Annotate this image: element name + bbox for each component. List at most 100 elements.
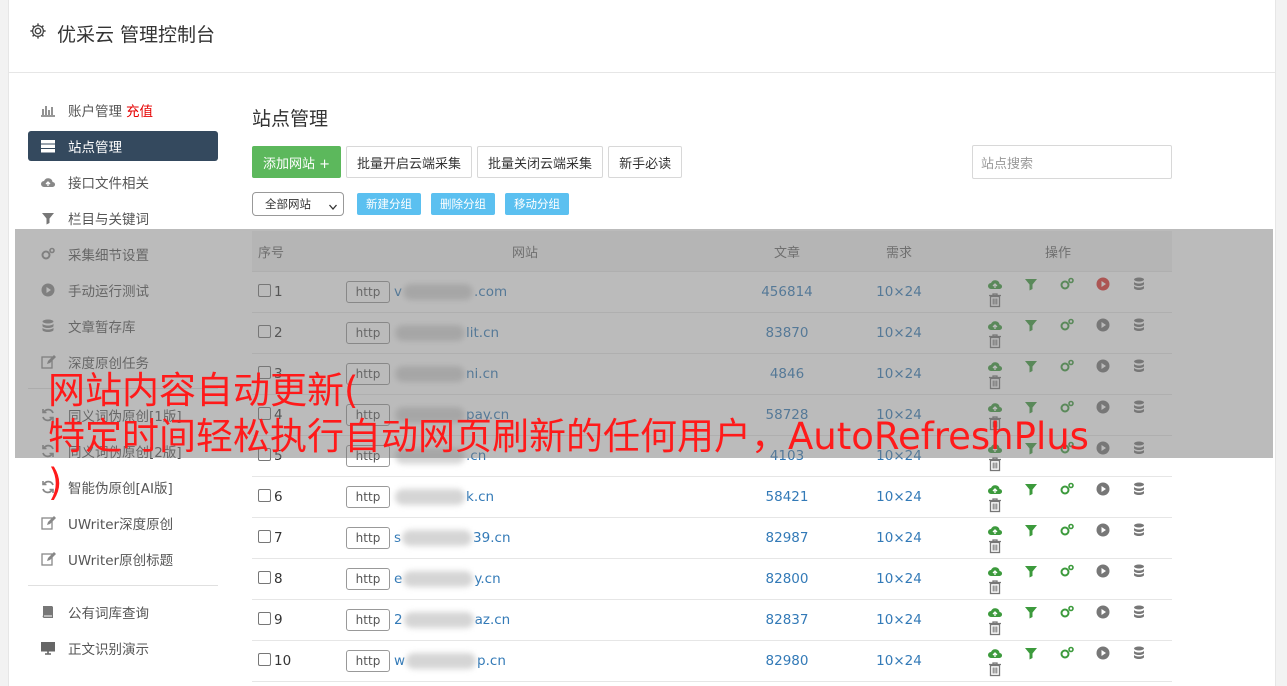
batch-open-cloud-button[interactable]: 批量开启云端采集 — [346, 146, 473, 178]
sidebar-item[interactable]: 接口文件相关 — [28, 164, 218, 200]
site-domain-suffix[interactable]: az.cn — [475, 612, 511, 628]
overlay-line-3: ) — [48, 461, 63, 504]
protocol-badge[interactable]: http — [346, 527, 390, 549]
redacted-blur — [403, 612, 474, 628]
play-circle-icon[interactable] — [1095, 645, 1111, 661]
group-select[interactable]: 全部网站 — [252, 192, 344, 216]
row-number: 7 — [274, 530, 283, 546]
new-group-button[interactable]: 新建分组 — [357, 193, 421, 215]
ops-cell — [945, 599, 1172, 641]
filter-icon[interactable] — [1023, 604, 1039, 620]
guide-button[interactable]: 新手必读 — [608, 146, 683, 178]
row-number: 8 — [274, 571, 283, 587]
delete-group-button[interactable]: 删除分组 — [431, 193, 495, 215]
cloud-upload-icon[interactable] — [987, 604, 1003, 620]
trash-icon[interactable] — [987, 579, 1003, 595]
trash-icon[interactable] — [987, 620, 1003, 636]
gears-icon[interactable] — [1059, 645, 1075, 661]
row-number: 10 — [274, 653, 292, 669]
site-domain-prefix[interactable]: 2 — [394, 612, 403, 628]
sidebar-item-label: UWriter深度原创 — [68, 517, 174, 533]
filter-icon[interactable] — [1023, 645, 1039, 661]
cloud-upload-icon[interactable] — [987, 563, 1003, 579]
database-icon[interactable] — [1131, 522, 1147, 538]
play-circle-icon[interactable] — [1095, 604, 1111, 620]
site-domain-prefix[interactable]: w — [394, 653, 405, 669]
sidebar-item-label: 栏目与关键词 — [68, 212, 149, 228]
sidebar-item[interactable]: UWriter深度原创 — [28, 505, 218, 541]
protocol-badge[interactable]: http — [346, 609, 390, 631]
batch-close-cloud-button[interactable]: 批量关闭云端采集 — [477, 146, 604, 178]
site-domain-prefix[interactable]: e — [394, 571, 402, 587]
demand-value[interactable]: 10×24 — [853, 640, 945, 682]
site-cell: http e y.cn — [329, 558, 721, 600]
sidebar-separator — [28, 585, 218, 586]
gears-icon[interactable] — [1059, 563, 1075, 579]
row-checkbox[interactable] — [258, 571, 271, 584]
row-number-cell: 9 — [252, 599, 329, 641]
sidebar-item[interactable]: UWriter原创标题 — [28, 541, 218, 577]
page-title: 站点管理 — [252, 108, 329, 130]
group-select-value: 全部网站 — [265, 197, 311, 211]
sidebar-item-label: UWriter原创标题 — [68, 553, 174, 569]
site-cell: http 2 az.cn — [329, 599, 721, 641]
protocol-badge[interactable]: http — [346, 650, 390, 672]
site-cell: http s 39.cn — [329, 517, 721, 559]
ops-cell — [945, 517, 1172, 559]
site-domain-suffix[interactable]: y.cn — [474, 571, 500, 587]
gears-icon[interactable] — [1059, 604, 1075, 620]
table-row: 10 http w p.cn 82980 10×24 — [252, 640, 1172, 682]
group-bar: 全部网站 新建分组 删除分组 移动分组 — [252, 191, 1172, 217]
sidebar-item-label: 公有词库查询 — [68, 606, 149, 622]
site-cell: http w p.cn — [329, 640, 721, 682]
database-icon[interactable] — [1131, 563, 1147, 579]
redacted-blur — [406, 653, 477, 669]
sidebar-item[interactable]: 账户管理 充值 — [28, 92, 218, 128]
overlay-line-2: 特定时间轻松执行自动网页刷新的任何用户，AutoRefreshPlus — [48, 415, 1089, 458]
cloud-upload-icon[interactable] — [987, 645, 1003, 661]
gears-icon[interactable] — [1059, 522, 1075, 538]
row-checkbox[interactable] — [258, 530, 271, 543]
row-number-cell: 10 — [252, 640, 329, 682]
app-title: 优采云 管理控制台 — [57, 24, 216, 46]
book-icon — [39, 604, 57, 620]
trash-icon[interactable] — [987, 538, 1003, 554]
sidebar-item[interactable]: 站点管理 — [28, 131, 218, 161]
filter-icon[interactable] — [1023, 522, 1039, 538]
article-count[interactable]: 82980 — [721, 640, 853, 682]
add-site-button[interactable]: 添加网站 + — [252, 146, 342, 178]
sidebar-item-label: 站点管理 — [68, 140, 122, 156]
article-count[interactable]: 82837 — [721, 599, 853, 641]
sidebar-item[interactable]: 公有词库查询 — [28, 594, 218, 630]
move-group-button[interactable]: 移动分组 — [505, 193, 569, 215]
table-row: 7 http s 39.cn 82987 10×24 — [252, 517, 1172, 559]
row-number-cell: 8 — [252, 558, 329, 600]
demand-value[interactable]: 10×24 — [853, 517, 945, 559]
cloud-upload-icon[interactable] — [987, 522, 1003, 538]
play-circle-icon[interactable] — [1095, 563, 1111, 579]
demand-value[interactable]: 10×24 — [853, 558, 945, 600]
site-domain-prefix[interactable]: s — [394, 530, 401, 546]
trash-icon[interactable] — [987, 661, 1003, 677]
play-circle-icon[interactable] — [1095, 522, 1111, 538]
overlay-line-1: 网站内容自动更新( — [48, 369, 359, 412]
edit-icon — [39, 551, 57, 567]
site-domain-suffix[interactable]: p.cn — [477, 653, 506, 669]
row-checkbox[interactable] — [258, 653, 271, 666]
recharge-link[interactable]: 充值 — [126, 100, 153, 120]
ops-cell — [945, 640, 1172, 682]
redacted-blur — [403, 571, 474, 587]
database-icon[interactable] — [1131, 604, 1147, 620]
sidebar-item[interactable]: 正文识别演示 — [28, 630, 218, 666]
database-icon[interactable] — [1131, 645, 1147, 661]
article-count[interactable]: 82987 — [721, 517, 853, 559]
site-domain-suffix[interactable]: 39.cn — [473, 530, 510, 546]
demand-value[interactable]: 10×24 — [853, 599, 945, 641]
bar-chart-icon — [39, 102, 57, 118]
article-count[interactable]: 82800 — [721, 558, 853, 600]
overlay-caption: 网站内容自动更新( 特定时间轻松执行自动网页刷新的任何用户，AutoRefres… — [48, 368, 1268, 506]
protocol-badge[interactable]: http — [346, 568, 390, 590]
row-checkbox[interactable] — [258, 612, 271, 625]
filter-icon[interactable] — [1023, 563, 1039, 579]
site-search-input[interactable]: 站点搜索 — [972, 145, 1172, 179]
